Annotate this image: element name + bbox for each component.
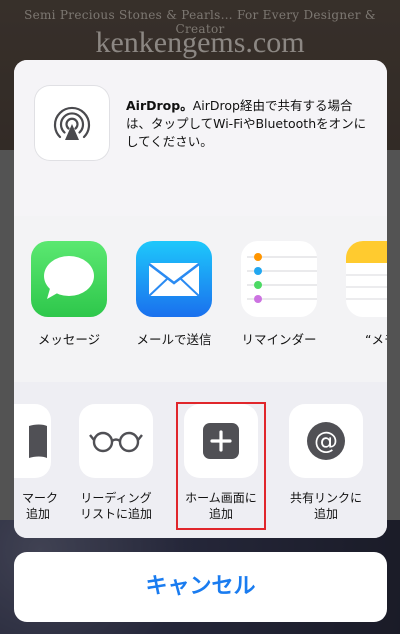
share-app-reminders[interactable]: リマインダー — [234, 241, 324, 348]
share-app-label: メッセージ — [37, 332, 101, 347]
action-label-line: 追加 — [25, 507, 50, 521]
svg-text:@: @ — [314, 427, 338, 455]
action-label-line: リーディング — [80, 491, 152, 505]
share-app-mail[interactable]: メールで送信 — [129, 241, 219, 348]
action-label-line: 共有リンクに — [289, 491, 362, 505]
share-app-label: “メモ” — [365, 332, 387, 347]
action-add-bookmark[interactable]: マーク 追加 — [14, 404, 64, 522]
mail-icon[interactable] — [136, 241, 212, 317]
airdrop-title: AirDrop。 — [126, 98, 193, 113]
highlight-box — [176, 402, 266, 530]
messages-icon[interactable] — [31, 241, 107, 317]
share-apps-row[interactable]: メッセージ メールで送信 リマインダー “メ — [14, 216, 387, 383]
action-add-reading-list[interactable]: リーディング リストに追加 — [66, 404, 166, 522]
action-add-shared-links[interactable]: @ 共有リンクに 追加 — [276, 404, 376, 522]
share-app-notes[interactable]: “メモ” — [339, 241, 387, 348]
share-app-label: リマインダー — [241, 332, 317, 347]
notes-icon[interactable] — [346, 241, 387, 317]
action-label: マーク 追加 — [14, 490, 64, 522]
action-label-line: リストに追加 — [79, 507, 152, 521]
action-label: リーディング リストに追加 — [66, 490, 166, 522]
airdrop-message: AirDrop。AirDrop経由で共有する場合は、タップしてWi-FiやBlu… — [126, 97, 374, 151]
glasses-icon[interactable] — [79, 404, 153, 478]
cancel-button[interactable]: キャンセル — [14, 552, 387, 622]
share-app-label: メールで送信 — [136, 332, 212, 347]
airdrop-icon[interactable] — [34, 85, 110, 161]
share-app-messages[interactable]: メッセージ — [24, 241, 114, 348]
airdrop-section[interactable]: AirDrop。AirDrop経由で共有する場合は、タップしてWi-FiやBlu… — [14, 60, 387, 217]
bookmark-icon[interactable] — [14, 404, 51, 478]
action-label: 共有リンクに 追加 — [276, 490, 376, 522]
reminders-icon[interactable] — [241, 241, 317, 317]
action-label-line: マーク — [21, 491, 58, 505]
at-icon[interactable]: @ — [289, 404, 363, 478]
action-label-line: 追加 — [313, 507, 338, 521]
